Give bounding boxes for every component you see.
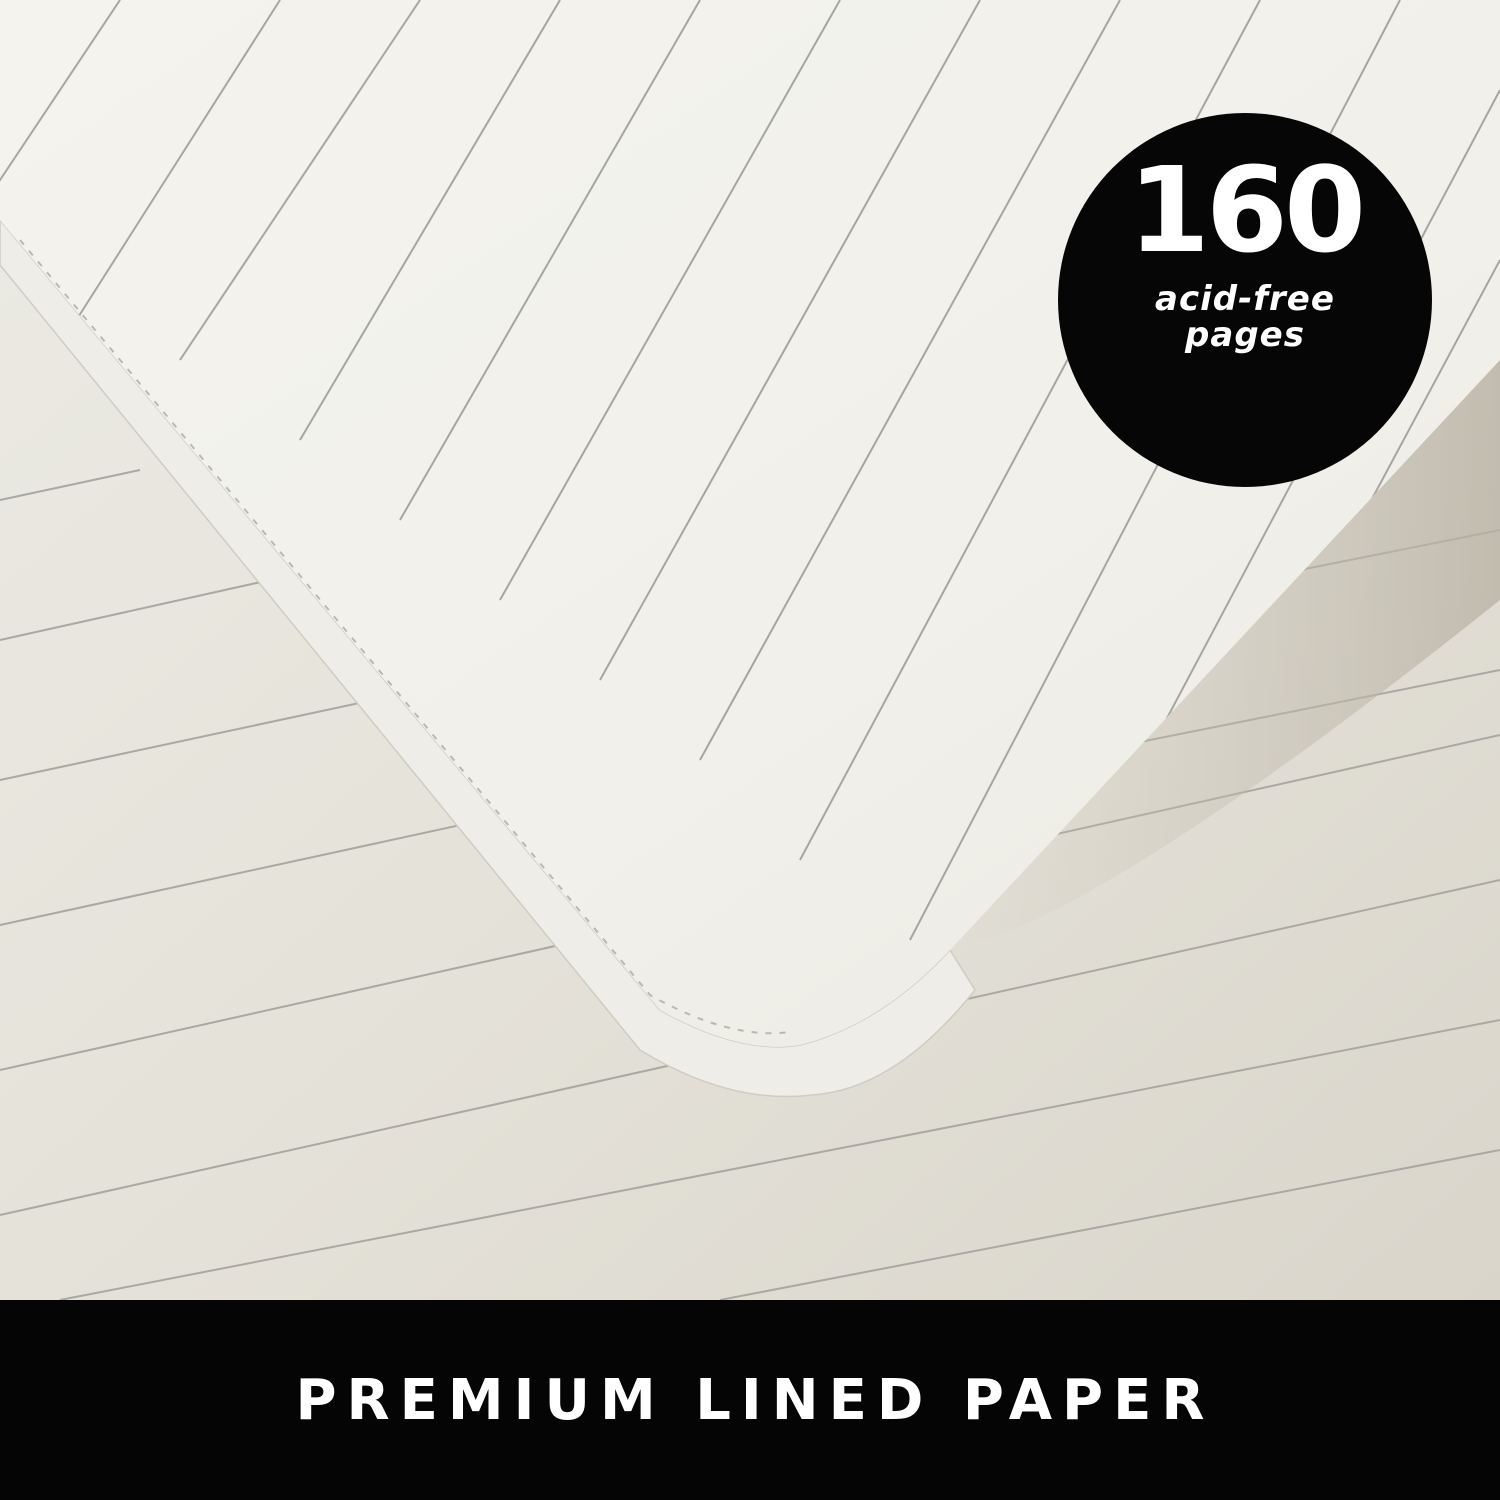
page-count-number: 160	[1127, 141, 1366, 279]
title-banner: PREMIUM LINED PAPER	[0, 1300, 1500, 1500]
caption-line-2: pages	[1185, 315, 1305, 355]
caption-line-1: acid-free	[1155, 279, 1335, 319]
page-count-caption: acid-free pages	[1058, 281, 1432, 353]
product-image: 160 acid-free pages PREMIUM LINED PAPER	[0, 0, 1500, 1500]
page-count-badge: 160 acid-free pages	[1058, 113, 1432, 487]
banner-title: PREMIUM LINED PAPER	[295, 1367, 1215, 1433]
